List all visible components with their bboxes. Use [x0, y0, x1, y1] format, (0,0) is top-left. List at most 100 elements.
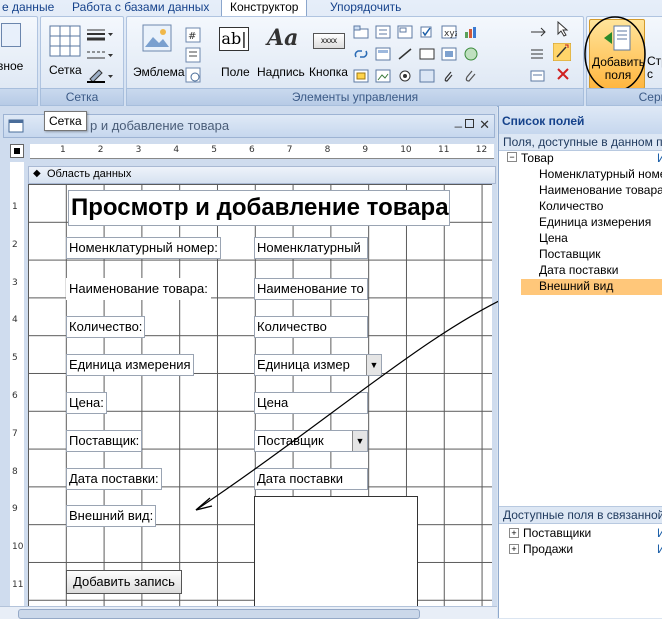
field-icon: ab| [219, 27, 249, 51]
form-detail-area[interactable]: Просмотр и добавление товара Номенклатур… [28, 184, 492, 616]
field-item-appearance-selected[interactable]: Внешний вид [521, 279, 662, 295]
rectangle-icon[interactable] [419, 47, 435, 61]
web-control-icon[interactable] [463, 47, 479, 61]
table-edit-link[interactable]: И [657, 151, 662, 165]
field-item-name[interactable]: Наименование товара [539, 183, 662, 197]
combo-arrow-icon[interactable]: ▼ [352, 431, 367, 451]
combo-arrow-icon[interactable]: ▼ [366, 355, 381, 375]
field-supplier[interactable]: Поставщик ▼ [254, 430, 368, 452]
ruler-top-tick: 3 [135, 145, 142, 155]
label-price[interactable]: Цена: [66, 392, 107, 414]
emblem-button[interactable]: Эмблема [131, 21, 185, 83]
field-item-unit[interactable]: Единица измерения [539, 215, 651, 229]
highlight-circle [584, 16, 646, 92]
select-pointer-icon[interactable] [555, 21, 571, 37]
grid-button[interactable]: Сетка [45, 21, 85, 83]
line-thickness-icon[interactable] [87, 27, 113, 41]
form-heading[interactable]: Просмотр и добавление товара [68, 190, 450, 226]
field-quantity[interactable]: Количество [254, 316, 368, 338]
paperclip-icon[interactable] [463, 69, 479, 83]
related-sales[interactable]: Продажи [523, 542, 573, 556]
expand-icon[interactable]: − [507, 152, 517, 162]
page-break-icon[interactable] [419, 69, 435, 83]
window-title-partial: р и добавление товара [90, 118, 230, 133]
field-item-price[interactable]: Цена [539, 231, 568, 245]
related-sales-link[interactable]: И [657, 542, 662, 556]
ruler-top-tick: 11 [438, 145, 450, 155]
field-list-title: Список полей [502, 114, 585, 128]
field-item-supplier[interactable]: Поставщик [539, 247, 601, 261]
field-button[interactable]: ab| Поле [213, 21, 253, 83]
label-supplier[interactable]: Поставщик: [66, 430, 143, 452]
field-item-nomenclature[interactable]: Номенклатурный номе [539, 167, 662, 181]
line-type-icon[interactable] [87, 49, 113, 61]
field-delivery-date[interactable]: Дата поставки [254, 468, 368, 490]
option-group-icon[interactable] [353, 69, 369, 83]
form-designer-window: р и добавление товара _ ✕ Сетка 12345678… [0, 106, 497, 619]
list-box-icon[interactable] [375, 47, 391, 61]
form-icon [8, 119, 24, 133]
hyperlink-icon[interactable] [353, 47, 369, 61]
related-suppliers[interactable]: Поставщики [523, 526, 591, 540]
image-frame-icon[interactable] [375, 69, 391, 83]
title-icon[interactable]: # [185, 27, 201, 43]
wizard-icon[interactable] [553, 43, 571, 61]
caption-button[interactable]: Aa Надпись [255, 21, 305, 83]
label-delivery-date[interactable]: Дата поставки: [66, 468, 162, 490]
button-button[interactable]: xxxx Кнопка [307, 21, 351, 83]
page-number-icon[interactable] [185, 47, 201, 63]
related-suppliers-link[interactable]: И [657, 526, 662, 540]
add-record-button[interactable]: Добавить запись [66, 570, 182, 594]
date-time-icon[interactable] [185, 67, 201, 83]
field-name[interactable]: Наименование то [254, 278, 368, 300]
label-quantity[interactable]: Количество: [66, 316, 146, 338]
field-item-appearance: Внешний вид [539, 279, 614, 293]
label-nomenclature[interactable]: Номенклатурный номер: [66, 237, 221, 259]
delete-control-icon[interactable] [555, 67, 573, 81]
attachment-icon[interactable] [441, 69, 457, 83]
tab-database-tools[interactable]: Работа с базами данных [72, 0, 209, 16]
field-item-quantity[interactable]: Количество [539, 199, 603, 213]
field-unit[interactable]: Единица измер ▼ [254, 354, 382, 376]
unbound-frame-icon[interactable]: xyz [441, 25, 457, 39]
button-label: Кнопка [309, 65, 348, 79]
expand-icon[interactable]: + [509, 528, 519, 538]
expand-icon[interactable]: + [509, 544, 519, 554]
group-label-grid: Сетка [40, 88, 124, 106]
field-nomenclature[interactable]: Номенклатурный [254, 237, 368, 259]
field-price[interactable]: Цена [254, 392, 368, 414]
field-item-delivery-date[interactable]: Дата поставки [539, 263, 618, 277]
horizontal-scrollbar[interactable] [0, 606, 497, 619]
bound-frame-icon[interactable] [441, 47, 457, 61]
subform-icon[interactable] [397, 25, 413, 39]
minimize-button[interactable]: _ [455, 113, 462, 128]
close-button[interactable]: ✕ [479, 117, 490, 133]
label-name[interactable]: Наименование товара: [66, 278, 211, 300]
ruler-top-tick: 7 [286, 145, 293, 155]
label-unit[interactable]: Единица измерения [66, 354, 194, 376]
gear-control-icon[interactable] [529, 69, 547, 83]
checkbox-icon[interactable] [419, 25, 435, 39]
detail-section-bar[interactable]: ◆ Область данных [28, 166, 496, 184]
label-appearance[interactable]: Внешний вид: [66, 505, 157, 527]
tab-control-icon[interactable] [353, 25, 369, 39]
toggle-icon[interactable] [397, 69, 413, 83]
combo-box-icon[interactable] [375, 25, 391, 39]
tooltip: Сетка [44, 111, 87, 131]
svg-text:xyz: xyz [444, 29, 457, 39]
tab-external-data[interactable]: е данные [2, 0, 54, 16]
field-appearance-frame[interactable] [254, 496, 418, 616]
line-icon[interactable] [397, 47, 413, 61]
tab-designer[interactable]: Конструктор [221, 0, 308, 16]
line-color-icon[interactable] [87, 69, 113, 83]
more-controls-icon[interactable] [529, 25, 547, 39]
properties-icon[interactable] [529, 47, 547, 61]
table-tovar[interactable]: Товар [521, 151, 554, 165]
chart-icon[interactable] [463, 25, 479, 39]
group-grid: Сетка [40, 16, 124, 90]
related-fields-label: Доступные поля в связанной т [503, 508, 662, 522]
tab-arrange[interactable]: Упорядочить [330, 0, 401, 16]
form-selector[interactable] [10, 144, 24, 158]
ruler-left-tick: 1 [12, 202, 18, 212]
restore-button[interactable] [465, 119, 474, 128]
